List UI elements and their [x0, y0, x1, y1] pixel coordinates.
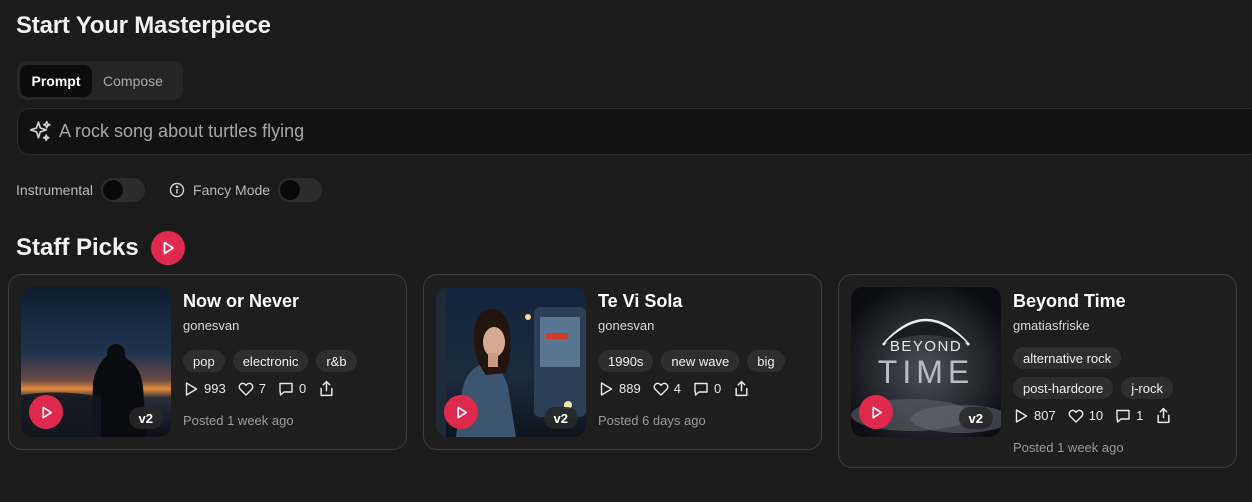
- tab-prompt[interactable]: Prompt: [20, 64, 92, 97]
- play-button[interactable]: [444, 395, 478, 429]
- heart-icon: [1068, 409, 1084, 423]
- heart-icon: [238, 382, 254, 396]
- like-button[interactable]: 4: [653, 381, 681, 397]
- share-button[interactable]: [318, 380, 340, 397]
- mode-tabs: Prompt Compose: [17, 61, 183, 100]
- instrumental-label: Instrumental: [16, 182, 94, 198]
- prompt-box[interactable]: [17, 108, 1252, 155]
- share-icon: [735, 380, 748, 397]
- play-icon: [163, 241, 174, 255]
- song-card[interactable]: BEYOND TIME v2 Beyond Time gmatiasfriske…: [838, 274, 1237, 468]
- like-count: 4: [673, 381, 681, 396]
- song-card[interactable]: v2 Te Vi Sola gonesvan 1990s new wave bi…: [423, 274, 822, 450]
- version-badge: v2: [958, 407, 993, 429]
- comment-button[interactable]: 1: [1115, 408, 1143, 424]
- stats-row: 807 10 1: [1013, 407, 1228, 424]
- tag-list: 1990s new wave big: [598, 350, 813, 372]
- plays-stat[interactable]: 993: [183, 381, 226, 397]
- section-title: Staff Picks: [16, 234, 139, 261]
- page-title: Start Your Masterpiece: [16, 12, 271, 39]
- comment-button[interactable]: 0: [278, 381, 306, 397]
- info-icon[interactable]: [169, 182, 185, 198]
- play-icon: [871, 406, 882, 418]
- tag[interactable]: r&b: [316, 350, 357, 372]
- play-count-icon: [1015, 408, 1028, 423]
- plays-stat[interactable]: 889: [598, 381, 641, 397]
- comment-count: 0: [713, 381, 722, 396]
- play-count-icon: [600, 381, 613, 396]
- fancy-mode-label: Fancy Mode: [193, 182, 271, 198]
- share-icon: [320, 380, 333, 397]
- plays-stat[interactable]: 807: [1013, 408, 1056, 424]
- section-header: Staff Picks: [16, 231, 185, 265]
- stats-row: 993 7 0: [183, 380, 398, 397]
- cover-art[interactable]: v2: [21, 287, 171, 437]
- comment-count: 0: [298, 381, 307, 396]
- cover-art[interactable]: v2: [436, 287, 586, 437]
- play-button[interactable]: [859, 395, 893, 429]
- song-info: Beyond Time gmatiasfriske alternative ro…: [1013, 291, 1228, 455]
- share-button[interactable]: [733, 380, 755, 397]
- tag-list: pop electronic r&b: [183, 350, 398, 372]
- play-button[interactable]: [29, 395, 63, 429]
- like-button[interactable]: 10: [1068, 408, 1103, 424]
- instrumental-toggle[interactable]: [101, 178, 146, 202]
- heart-icon: [653, 382, 669, 396]
- share-button[interactable]: [1155, 407, 1177, 424]
- like-count: 7: [258, 381, 266, 396]
- share-icon: [1157, 407, 1170, 424]
- artist-name[interactable]: gonesvan: [598, 318, 813, 333]
- prompt-input[interactable]: [59, 121, 659, 142]
- comment-icon: [694, 382, 708, 396]
- posted-time: Posted 1 week ago: [1013, 440, 1124, 455]
- version-badge: v2: [543, 407, 578, 429]
- posted-time: Posted 6 days ago: [598, 413, 706, 428]
- play-icon: [41, 406, 52, 418]
- tag-list: alternative rock post-hardcore j-rock: [1013, 347, 1193, 399]
- artist-name[interactable]: gmatiasfriske: [1013, 318, 1228, 333]
- like-count: 10: [1088, 408, 1104, 423]
- version-badge: v2: [128, 407, 163, 429]
- comment-icon: [279, 382, 293, 396]
- tab-compose[interactable]: Compose: [92, 65, 174, 97]
- tag[interactable]: pop: [183, 350, 225, 372]
- comment-icon: [1116, 409, 1130, 423]
- tag[interactable]: big: [747, 350, 785, 372]
- comment-count: 1: [1136, 408, 1144, 423]
- artist-name[interactable]: gonesvan: [183, 318, 398, 333]
- cover-text-time: TIME: [878, 354, 974, 390]
- play-count-icon: [185, 381, 198, 396]
- play-count: 889: [619, 381, 641, 396]
- toggle-knob: [103, 180, 124, 200]
- play-count: 807: [1034, 408, 1056, 423]
- sparkles-icon: [29, 120, 51, 142]
- toggle-knob: [280, 180, 301, 200]
- tag[interactable]: electronic: [232, 350, 309, 372]
- cover-art[interactable]: BEYOND TIME v2: [851, 287, 1001, 437]
- cover-text-beyond: BEYOND: [890, 338, 962, 355]
- fancy-mode-toggle[interactable]: [278, 178, 323, 202]
- tag[interactable]: post-hardcore: [1013, 377, 1114, 399]
- tag[interactable]: 1990s: [598, 350, 654, 372]
- options-row: Instrumental Fancy Mode: [16, 178, 323, 202]
- like-button[interactable]: 7: [238, 381, 266, 397]
- song-info: Te Vi Sola gonesvan 1990s new wave big 8…: [598, 291, 813, 428]
- tag[interactable]: alternative rock: [1013, 347, 1122, 369]
- play-count: 993: [204, 381, 226, 396]
- comment-button[interactable]: 0: [693, 381, 721, 397]
- song-title[interactable]: Te Vi Sola: [598, 291, 813, 312]
- tag[interactable]: j-rock: [1121, 377, 1173, 399]
- stats-row: 889 4 0: [598, 380, 813, 397]
- song-title[interactable]: Beyond Time: [1013, 291, 1228, 312]
- tag[interactable]: new wave: [661, 350, 740, 372]
- play-all-button[interactable]: [150, 231, 185, 265]
- song-info: Now or Never gonesvan pop electronic r&b…: [183, 291, 398, 428]
- posted-time: Posted 1 week ago: [183, 413, 294, 428]
- song-title[interactable]: Now or Never: [183, 291, 398, 312]
- song-card[interactable]: v2 Now or Never gonesvan pop electronic …: [8, 274, 407, 450]
- play-icon: [456, 406, 467, 418]
